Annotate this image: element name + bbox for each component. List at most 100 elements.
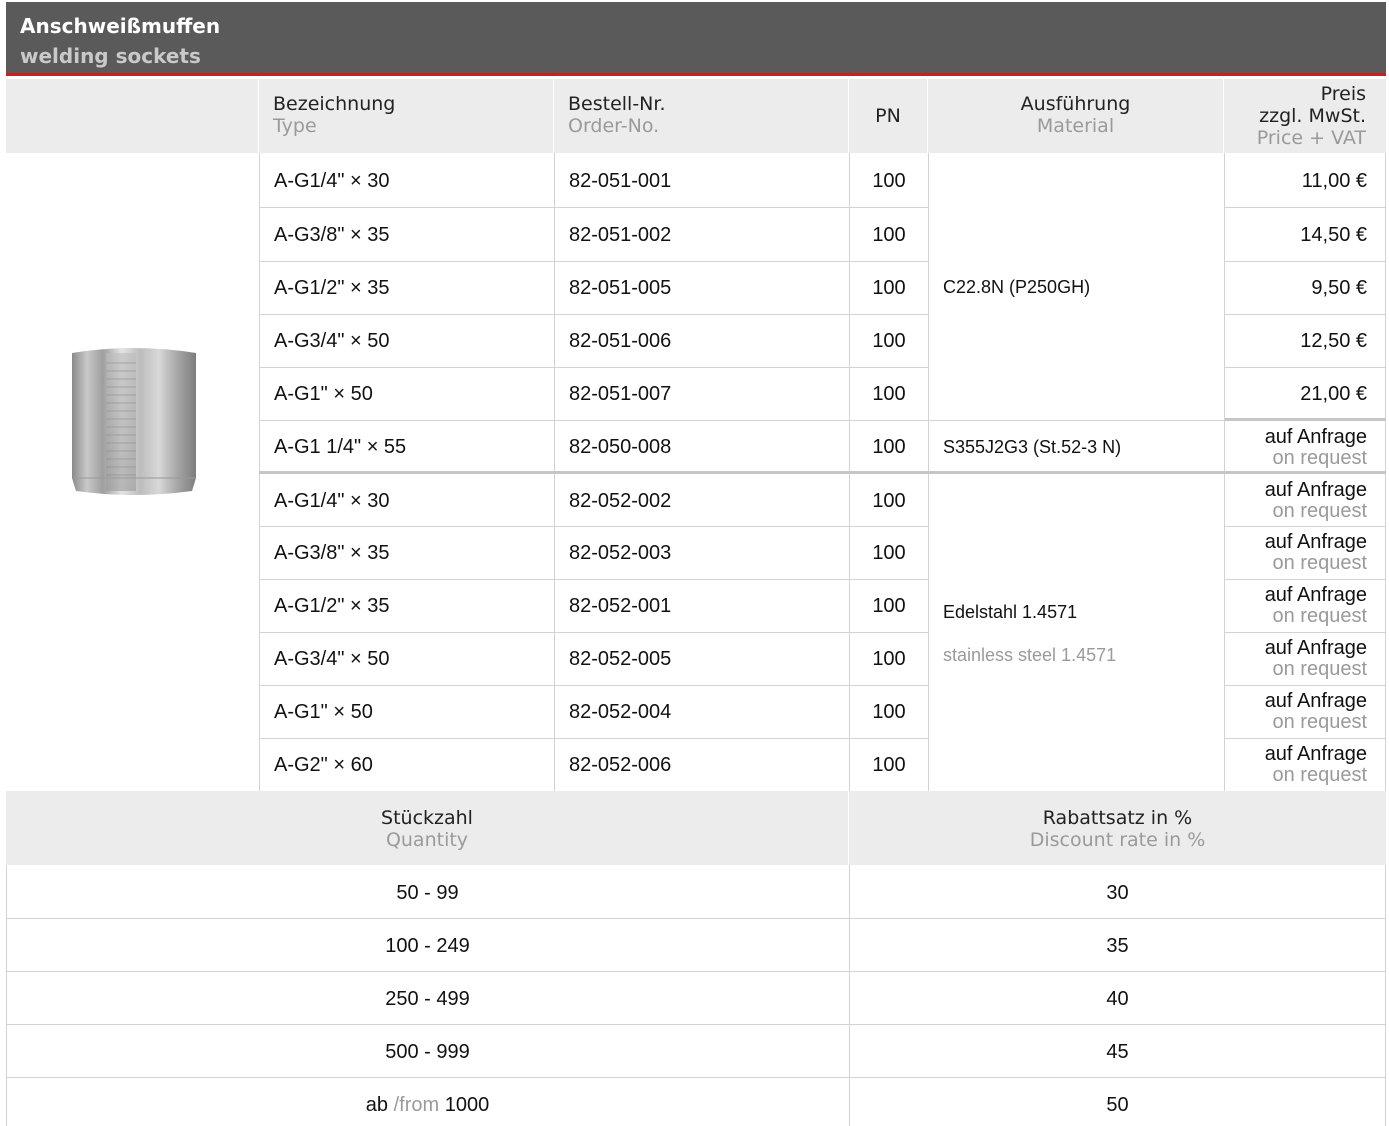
material-cell-en: stainless steel 1.4571 — [943, 645, 1117, 665]
row-separator — [259, 314, 929, 315]
row-separator — [1225, 367, 1386, 368]
cell-pn: 100 — [872, 277, 906, 299]
group-separator — [259, 471, 1225, 474]
rate-cell: 30 — [1106, 882, 1129, 904]
cell-order: 82-052-004 — [569, 701, 672, 723]
product-image — [6, 153, 259, 791]
quantity-cell: ab /from 1000 — [365, 1094, 490, 1116]
cell-type: A-G1" × 50 — [274, 701, 373, 723]
row-separator — [259, 738, 929, 739]
row-separator — [6, 971, 1386, 972]
row-separator — [1225, 632, 1386, 633]
cell-price: auf Anfrage on request — [1264, 426, 1367, 469]
column-header-discount: Rabattsatz in % Discount rate in % — [1029, 807, 1206, 851]
cell-price: 9,50 € — [1311, 277, 1367, 299]
cell-order: 82-052-001 — [569, 595, 672, 617]
quantity-cell: 500 - 999 — [385, 1041, 470, 1063]
row-separator — [259, 526, 929, 527]
cell-type: A-G1 1/4" × 55 — [274, 436, 407, 458]
cell-pn: 100 — [872, 383, 906, 405]
row-separator — [1225, 207, 1386, 208]
cell-price: 14,50 € — [1300, 224, 1367, 246]
group-separator — [1225, 418, 1386, 421]
cell-pn: 100 — [872, 490, 906, 512]
cell-type: A-G1/4" × 30 — [274, 170, 390, 192]
cell-order: 82-052-005 — [569, 648, 672, 670]
cell-order: 82-052-002 — [569, 490, 672, 512]
row-separator — [259, 579, 929, 580]
row-separator — [1225, 579, 1386, 580]
cell-type: A-G3/4" × 50 — [274, 330, 390, 352]
quantity-cell: 100 - 249 — [385, 935, 470, 957]
cell-type: A-G1" × 50 — [274, 383, 373, 405]
material-cell: C22.8N (P250GH) — [943, 277, 1091, 297]
cell-type: A-G3/8" × 35 — [274, 542, 390, 564]
section-header: Anschweißmuffen welding sockets — [6, 2, 1386, 76]
section-subtitle: welding sockets — [20, 44, 201, 68]
row-separator — [1225, 314, 1386, 315]
row-separator — [259, 207, 929, 208]
row-separator — [6, 918, 1386, 919]
cell-price: 11,00 € — [1301, 170, 1367, 192]
cell-pn: 100 — [872, 170, 906, 192]
cell-order: 82-051-001 — [569, 170, 672, 192]
row-separator — [259, 420, 929, 421]
row-separator — [1225, 261, 1386, 262]
column-header-quantity: Stückzahl Quantity — [6, 791, 849, 865]
column-header-pn: PN — [849, 79, 928, 153]
row-separator — [1225, 738, 1386, 739]
cell-type: A-G1/2" × 35 — [274, 277, 390, 299]
cell-price: auf Anfrage on request — [1264, 637, 1367, 680]
rate-cell: 35 — [1106, 935, 1129, 957]
group-separator — [1225, 471, 1386, 474]
row-separator — [259, 685, 929, 686]
cell-pn: 100 — [872, 330, 906, 352]
cell-type: A-G3/4" × 50 — [274, 648, 390, 670]
cell-pn: 100 — [872, 701, 906, 723]
material-cell: Edelstahl 1.4571 — [943, 602, 1078, 622]
material-cell: S355J2G3 (St.52-3 N) — [943, 437, 1122, 457]
column-header-material: Ausführung Material — [928, 79, 1224, 153]
cell-type: A-G3/8" × 35 — [274, 224, 390, 246]
cell-order: 82-051-002 — [569, 224, 672, 246]
row-separator — [6, 1024, 1386, 1025]
cell-price: auf Anfrage on request — [1264, 531, 1367, 574]
cell-pn: 100 — [872, 595, 906, 617]
cell-type: A-G2" × 60 — [274, 754, 373, 776]
row-separator — [929, 420, 1225, 421]
cell-order: 82-051-005 — [569, 277, 672, 299]
section-title: Anschweißmuffen — [20, 14, 221, 38]
row-separator — [1225, 526, 1386, 527]
cell-price: auf Anfrage on request — [1264, 690, 1367, 733]
cell-pn: 100 — [872, 648, 906, 670]
rate-cell: 45 — [1106, 1041, 1129, 1063]
column-header-price: Preis zzgl. MwSt. Price + VAT — [1256, 83, 1366, 149]
rate-cell: 40 — [1106, 988, 1129, 1010]
cell-price: auf Anfrage on request — [1264, 479, 1367, 522]
image-column-header — [6, 79, 259, 153]
cell-order: 82-050-008 — [569, 436, 672, 458]
cell-pn: 100 — [872, 436, 906, 458]
cell-order: 82-051-006 — [569, 330, 672, 352]
row-separator — [259, 261, 929, 262]
quantity-cell: 250 - 499 — [385, 988, 470, 1010]
row-separator — [1225, 685, 1386, 686]
row-separator — [259, 367, 929, 368]
cell-order: 82-052-003 — [569, 542, 672, 564]
cell-price: 21,00 € — [1300, 383, 1367, 405]
cell-price: auf Anfrage on request — [1264, 743, 1367, 786]
cell-pn: 100 — [872, 754, 906, 776]
welding-socket-icon — [72, 348, 196, 495]
cell-order: 82-051-007 — [569, 383, 672, 405]
column-header-type: Bezeichnung Type — [259, 79, 554, 153]
table-header: Bezeichnung Type Bestell-Nr. Order-No. P… — [6, 79, 1386, 153]
cell-price: auf Anfrage on request — [1264, 584, 1367, 627]
column-header-order: Bestell-Nr. Order-No. — [554, 79, 849, 153]
quantity-cell: 50 - 99 — [396, 882, 459, 904]
row-separator — [259, 632, 929, 633]
rate-cell: 50 — [1106, 1094, 1129, 1116]
cell-pn: 100 — [872, 224, 906, 246]
discount-header: Stückzahl Quantity Rabattsatz in % Disco… — [6, 791, 1386, 865]
cell-price: 12,50 € — [1300, 330, 1367, 352]
row-separator — [6, 1077, 1386, 1078]
